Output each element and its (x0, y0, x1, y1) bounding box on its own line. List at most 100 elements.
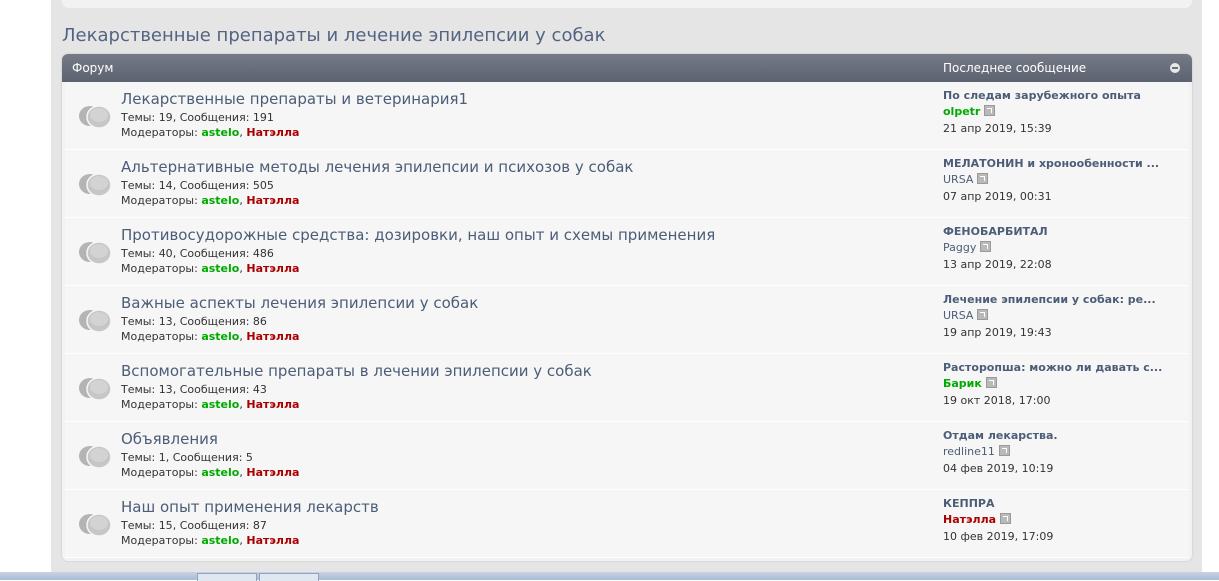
category-title[interactable]: Лекарственные препараты и лечение эпилеп… (62, 25, 605, 46)
last-post-title-link[interactable]: Расторопша: можно ли давать с... (943, 361, 1181, 374)
header-forum-label: Форум (72, 61, 114, 75)
moderator-link[interactable]: astelo (201, 466, 239, 479)
last-post-author-link[interactable]: olpetr (943, 105, 980, 118)
last-post-title-link[interactable]: Отдам лекарства. (943, 429, 1181, 442)
moderator-link[interactable]: astelo (201, 534, 239, 547)
last-post-author-line: URSA (943, 309, 1183, 322)
moderator-link[interactable]: Натэлла (246, 126, 299, 139)
posts-count: 5 (245, 451, 253, 464)
forum-stats: Темы: 13, Сообщения: 43 (121, 383, 267, 396)
last-post-date: 21 апр 2019, 15:39 (943, 122, 1052, 135)
moderator-link[interactable]: Натэлла (246, 194, 299, 207)
stats-separator: , (172, 519, 180, 532)
last-post-author-link[interactable]: URSA (943, 173, 973, 186)
last-post-title-link[interactable]: ФЕНОБАРБИТАЛ (943, 225, 1181, 238)
forum-stats: Темы: 40, Сообщения: 486 (121, 247, 274, 260)
moderator-link[interactable]: astelo (201, 126, 239, 139)
posts-label: Сообщения: (179, 383, 250, 396)
goto-last-post-icon[interactable] (998, 445, 1010, 456)
last-post-author-link[interactable]: Натэлла (943, 513, 996, 526)
moderators-label: Модераторы: (121, 534, 198, 547)
last-post-author-line: Paggy (943, 241, 1183, 254)
forum-stats: Темы: 14, Сообщения: 505 (121, 179, 274, 192)
posts-count: 486 (252, 247, 274, 260)
posts-count: 86 (252, 315, 267, 328)
moderator-link[interactable]: astelo (201, 398, 239, 411)
topics-label: Темы: (121, 111, 156, 124)
forum-title-link[interactable]: Наш опыт применения лекарств (121, 498, 379, 516)
forum-read-icon (77, 442, 113, 472)
forum-row: Вспомогательные препараты в лечении эпил… (65, 354, 1189, 422)
forum-row: Лекарственные препараты и ветеринария1 Т… (65, 82, 1189, 150)
forum-stats: Темы: 1, Сообщения: 5 (121, 451, 253, 464)
posts-count: 87 (252, 519, 267, 532)
forum-read-icon (77, 238, 113, 268)
moderator-link[interactable]: Натэлла (246, 330, 299, 343)
moderator-link[interactable]: Натэлла (246, 262, 299, 275)
last-post: Лечение эпилепсии у собак: ре... URSA 19… (943, 293, 1183, 339)
table-header: Форум Последнее сообщение (62, 54, 1192, 82)
goto-last-post-icon[interactable] (977, 309, 989, 320)
stats-separator: , (172, 315, 180, 328)
topics-count: 19 (158, 111, 173, 124)
last-post-title-link[interactable]: КЕППРА (943, 497, 1181, 510)
forum-row: Объявления Темы: 1, Сообщения: 5 Модерат… (65, 422, 1189, 490)
stats-separator: , (172, 111, 180, 124)
posts-count: 505 (252, 179, 274, 192)
stats-separator: , (172, 247, 180, 260)
posts-label: Сообщения: (172, 451, 243, 464)
stats-separator: , (165, 451, 173, 464)
moderator-link[interactable]: Натэлла (246, 534, 299, 547)
last-post-date: 19 апр 2019, 19:43 (943, 326, 1052, 339)
last-post-author-link[interactable]: URSA (943, 309, 973, 322)
forum-title-link[interactable]: Важные аспекты лечения эпилепсии у собак (121, 294, 478, 312)
top-panel (62, 0, 1192, 8)
forum-read-icon (77, 374, 113, 404)
posts-label: Сообщения: (179, 179, 250, 192)
moderator-link[interactable]: astelo (201, 330, 239, 343)
forum-row: Альтернативные методы лечения эпилепсии … (65, 150, 1189, 218)
last-post-author-link[interactable]: Paggy (943, 241, 976, 254)
last-post-author-line: Натэлла (943, 513, 1183, 526)
last-post-date: 19 окт 2018, 17:00 (943, 394, 1051, 407)
forum-title-link[interactable]: Лекарственные препараты и ветеринария1 (121, 90, 468, 108)
posts-count: 43 (252, 383, 267, 396)
forum-read-icon (77, 102, 113, 132)
moderator-link[interactable]: astelo (201, 262, 239, 275)
goto-last-post-icon[interactable] (980, 241, 992, 252)
goto-last-post-icon[interactable] (1000, 513, 1012, 524)
forum-stats: Темы: 13, Сообщения: 86 (121, 315, 267, 328)
goto-last-post-icon[interactable] (977, 173, 989, 184)
forum-title-link[interactable]: Противосудорожные средства: дозировки, н… (121, 226, 715, 244)
collapse-icon[interactable] (1170, 63, 1180, 73)
last-post: КЕППРА Натэлла 10 фев 2019, 17:09 (943, 497, 1183, 543)
goto-last-post-icon[interactable] (985, 377, 997, 388)
forum-title-link[interactable]: Альтернативные методы лечения эпилепсии … (121, 158, 633, 176)
forum-page: Лекарственные препараты и лечение эпилеп… (51, 0, 1202, 572)
moderator-link[interactable]: astelo (201, 194, 239, 207)
last-post-title-link[interactable]: По следам зарубежного опыта (943, 89, 1181, 102)
moderator-link[interactable]: Натэлла (246, 398, 299, 411)
forum-title-link[interactable]: Вспомогательные препараты в лечении эпил… (121, 362, 592, 380)
last-post-date: 13 апр 2019, 22:08 (943, 258, 1052, 271)
forum-moderators: Модераторы: astelo, Натэлла (121, 194, 299, 207)
forum-list: Форум Последнее сообщение Лекарственные … (62, 54, 1192, 561)
goto-last-post-icon[interactable] (984, 105, 996, 116)
forum-title-link[interactable]: Объявления (121, 430, 218, 448)
moderators-label: Модераторы: (121, 194, 198, 207)
last-post-title-link[interactable]: МЕЛАТОНИН и хронообенности ... (943, 157, 1181, 170)
posts-label: Сообщения: (179, 247, 250, 260)
topics-count: 14 (158, 179, 173, 192)
stats-separator: , (172, 179, 180, 192)
last-post-author-link[interactable]: redline11 (943, 445, 995, 458)
last-post-title-link[interactable]: Лечение эпилепсии у собак: ре... (943, 293, 1181, 306)
last-post-author-line: olpetr (943, 105, 1183, 118)
forum-moderators: Модераторы: astelo, Натэлла (121, 466, 299, 479)
forum-read-icon (77, 510, 113, 540)
forum-row: Наш опыт применения лекарств Темы: 15, С… (65, 490, 1189, 558)
taskbar (0, 572, 1219, 581)
moderator-link[interactable]: Натэлла (246, 466, 299, 479)
last-post-author-link[interactable]: Барик (943, 377, 982, 390)
forum-moderators: Модераторы: astelo, Натэлла (121, 534, 299, 547)
forum-row: Важные аспекты лечения эпилепсии у собак… (65, 286, 1189, 354)
